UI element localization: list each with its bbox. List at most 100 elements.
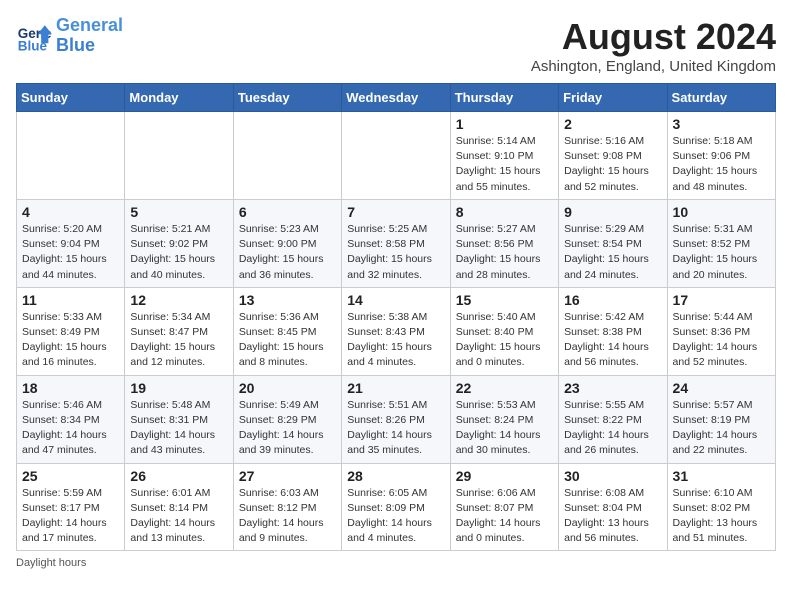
calendar-week-row: 25 Sunrise: 5:59 AM Sunset: 8:17 PM Dayli… [17, 463, 776, 551]
logo: General Blue General Blue [16, 16, 123, 56]
calendar-cell: 29 Sunrise: 6:06 AM Sunset: 8:07 PM Dayli… [450, 463, 558, 551]
weekday-header-sunday: Sunday [17, 84, 125, 112]
day-number: 2 [564, 116, 661, 132]
day-info: Sunrise: 5:55 AM Sunset: 8:22 PM Dayligh… [564, 398, 661, 459]
calendar-cell: 23 Sunrise: 5:55 AM Sunset: 8:22 PM Dayli… [559, 375, 667, 463]
day-info: Sunrise: 5:59 AM Sunset: 8:17 PM Dayligh… [22, 486, 119, 547]
calendar-cell: 20Sunrise: 5:49 AM Sunset: 8:29 PM Dayli… [233, 375, 341, 463]
calendar-cell: 22Sunrise: 5:53 AM Sunset: 8:24 PM Dayli… [450, 375, 558, 463]
day-number: 10 [673, 204, 770, 220]
weekday-header-friday: Friday [559, 84, 667, 112]
day-info: Sunrise: 6:05 AM Sunset: 8:09 PM Dayligh… [347, 486, 444, 547]
title-block: August 2024 Ashington, England, United K… [531, 16, 776, 75]
day-number: 17 [673, 292, 770, 308]
weekday-header-row: SundayMondayTuesdayWednesdayThursdayFrid… [17, 84, 776, 112]
day-number: 16 [564, 292, 661, 308]
calendar-week-row: 4Sunrise: 5:20 AM Sunset: 9:04 PM Daylig… [17, 199, 776, 287]
calendar-cell [233, 112, 341, 200]
day-info: Sunrise: 5:21 AM Sunset: 9:02 PM Dayligh… [130, 222, 227, 283]
day-info: Sunrise: 6:06 AM Sunset: 8:07 PM Dayligh… [456, 486, 553, 547]
day-number: 18 [22, 380, 119, 396]
day-info: Sunrise: 6:03 AM Sunset: 8:12 PM Dayligh… [239, 486, 336, 547]
day-info: Sunrise: 5:46 AM Sunset: 8:34 PM Dayligh… [22, 398, 119, 459]
day-info: Sunrise: 5:40 AM Sunset: 8:40 PM Dayligh… [456, 310, 553, 371]
calendar-cell: 14Sunrise: 5:38 AM Sunset: 8:43 PM Dayli… [342, 287, 450, 375]
day-number: 26 [130, 468, 227, 484]
day-info: Sunrise: 5:38 AM Sunset: 8:43 PM Dayligh… [347, 310, 444, 371]
day-number: 19 [130, 380, 227, 396]
calendar-cell: 16 Sunrise: 5:42 AM Sunset: 8:38 PM Dayli… [559, 287, 667, 375]
logo-icon: General Blue [16, 18, 52, 54]
calendar-cell: 1 Sunrise: 5:14 AM Sunset: 9:10 PM Daylig… [450, 112, 558, 200]
logo-text: General Blue [56, 16, 123, 56]
day-info: Sunrise: 5:42 AM Sunset: 8:38 PM Dayligh… [564, 310, 661, 371]
day-number: 23 [564, 380, 661, 396]
calendar-cell: 9 Sunrise: 5:29 AM Sunset: 8:54 PM Daylig… [559, 199, 667, 287]
day-number: 21 [347, 380, 444, 396]
calendar-week-row: 1 Sunrise: 5:14 AM Sunset: 9:10 PM Daylig… [17, 112, 776, 200]
calendar-table: SundayMondayTuesdayWednesdayThursdayFrid… [16, 83, 776, 551]
day-info: Sunrise: 5:16 AM Sunset: 9:08 PM Dayligh… [564, 134, 661, 195]
day-number: 31 [673, 468, 770, 484]
calendar-cell: 7 Sunrise: 5:25 AM Sunset: 8:58 PM Daylig… [342, 199, 450, 287]
day-info: Sunrise: 5:29 AM Sunset: 8:54 PM Dayligh… [564, 222, 661, 283]
calendar-cell: 11Sunrise: 5:33 AM Sunset: 8:49 PM Dayli… [17, 287, 125, 375]
calendar-cell: 31 Sunrise: 6:10 AM Sunset: 8:02 PM Dayli… [667, 463, 775, 551]
calendar-cell: 26 Sunrise: 6:01 AM Sunset: 8:14 PM Dayli… [125, 463, 233, 551]
day-info: Sunrise: 5:51 AM Sunset: 8:26 PM Dayligh… [347, 398, 444, 459]
calendar-week-row: 11Sunrise: 5:33 AM Sunset: 8:49 PM Dayli… [17, 287, 776, 375]
day-info: Sunrise: 6:10 AM Sunset: 8:02 PM Dayligh… [673, 486, 770, 547]
day-number: 22 [456, 380, 553, 396]
day-info: Sunrise: 5:23 AM Sunset: 9:00 PM Dayligh… [239, 222, 336, 283]
day-number: 4 [22, 204, 119, 220]
calendar-cell: 4Sunrise: 5:20 AM Sunset: 9:04 PM Daylig… [17, 199, 125, 287]
day-info: Sunrise: 5:44 AM Sunset: 8:36 PM Dayligh… [673, 310, 770, 371]
day-number: 30 [564, 468, 661, 484]
day-number: 9 [564, 204, 661, 220]
calendar-cell: 6 Sunrise: 5:23 AM Sunset: 9:00 PM Daylig… [233, 199, 341, 287]
day-number: 12 [130, 292, 227, 308]
calendar-cell [17, 112, 125, 200]
day-info: Sunrise: 5:14 AM Sunset: 9:10 PM Dayligh… [456, 134, 553, 195]
day-number: 13 [239, 292, 336, 308]
footer: Daylight hours [16, 557, 776, 569]
day-number: 7 [347, 204, 444, 220]
day-info: Sunrise: 5:57 AM Sunset: 8:19 PM Dayligh… [673, 398, 770, 459]
calendar-cell: 24Sunrise: 5:57 AM Sunset: 8:19 PM Dayli… [667, 375, 775, 463]
logo-general: General [56, 15, 123, 35]
day-number: 1 [456, 116, 553, 132]
month-year-title: August 2024 [531, 16, 776, 58]
day-number: 6 [239, 204, 336, 220]
calendar-cell [125, 112, 233, 200]
calendar-cell: 2 Sunrise: 5:16 AM Sunset: 9:08 PM Daylig… [559, 112, 667, 200]
day-info: Sunrise: 5:27 AM Sunset: 8:56 PM Dayligh… [456, 222, 553, 283]
weekday-header-monday: Monday [125, 84, 233, 112]
day-number: 25 [22, 468, 119, 484]
calendar-cell: 30Sunrise: 6:08 AM Sunset: 8:04 PM Dayli… [559, 463, 667, 551]
calendar-cell: 25 Sunrise: 5:59 AM Sunset: 8:17 PM Dayli… [17, 463, 125, 551]
day-number: 3 [673, 116, 770, 132]
day-info: Sunrise: 5:25 AM Sunset: 8:58 PM Dayligh… [347, 222, 444, 283]
calendar-cell [342, 112, 450, 200]
day-info: Sunrise: 5:18 AM Sunset: 9:06 PM Dayligh… [673, 134, 770, 195]
calendar-cell: 12Sunrise: 5:34 AM Sunset: 8:47 PM Dayli… [125, 287, 233, 375]
calendar-cell: 13 Sunrise: 5:36 AM Sunset: 8:45 PM Dayli… [233, 287, 341, 375]
day-info: Sunrise: 5:31 AM Sunset: 8:52 PM Dayligh… [673, 222, 770, 283]
calendar-cell: 18 Sunrise: 5:46 AM Sunset: 8:34 PM Dayli… [17, 375, 125, 463]
day-number: 29 [456, 468, 553, 484]
day-info: Sunrise: 5:48 AM Sunset: 8:31 PM Dayligh… [130, 398, 227, 459]
daylight-label: Daylight hours [16, 557, 86, 569]
weekday-header-tuesday: Tuesday [233, 84, 341, 112]
day-info: Sunrise: 5:36 AM Sunset: 8:45 PM Dayligh… [239, 310, 336, 371]
day-number: 27 [239, 468, 336, 484]
day-info: Sunrise: 5:49 AM Sunset: 8:29 PM Dayligh… [239, 398, 336, 459]
day-info: Sunrise: 6:01 AM Sunset: 8:14 PM Dayligh… [130, 486, 227, 547]
day-number: 15 [456, 292, 553, 308]
calendar-cell: 19 Sunrise: 5:48 AM Sunset: 8:31 PM Dayli… [125, 375, 233, 463]
weekday-header-thursday: Thursday [450, 84, 558, 112]
day-number: 28 [347, 468, 444, 484]
calendar-cell: 5Sunrise: 5:21 AM Sunset: 9:02 PM Daylig… [125, 199, 233, 287]
day-number: 8 [456, 204, 553, 220]
calendar-cell: 3 Sunrise: 5:18 AM Sunset: 9:06 PM Daylig… [667, 112, 775, 200]
day-number: 11 [22, 292, 119, 308]
